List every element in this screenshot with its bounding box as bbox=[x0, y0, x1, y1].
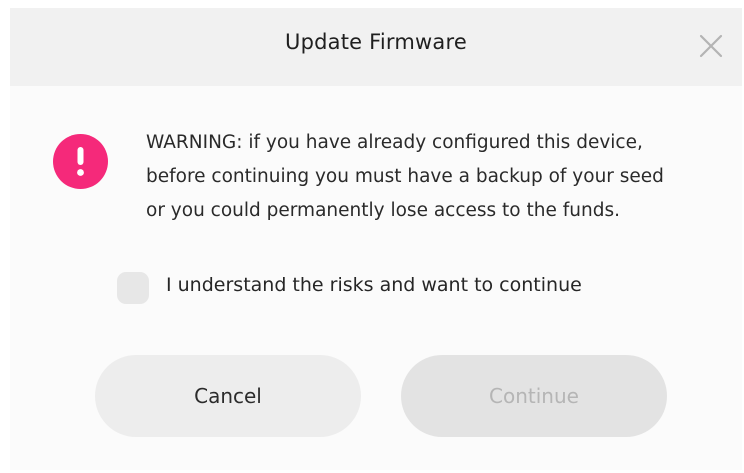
exclamation-icon bbox=[53, 134, 108, 189]
risk-acknowledge-label[interactable]: I understand the risks and want to conti… bbox=[166, 274, 582, 296]
dialog-title: Update Firmware bbox=[285, 30, 467, 54]
close-icon[interactable] bbox=[698, 33, 724, 59]
risk-acknowledge-checkbox[interactable] bbox=[117, 272, 149, 304]
cancel-button[interactable]: Cancel bbox=[95, 355, 361, 437]
update-firmware-dialog: Update Firmware WARNING: if you have alr… bbox=[10, 8, 742, 470]
warning-message: WARNING: if you have already configured … bbox=[146, 126, 726, 228]
warning-line: WARNING: if you have already configured … bbox=[146, 132, 643, 153]
warning-line: or you could permanently lose access to … bbox=[146, 200, 620, 221]
dialog-header: Update Firmware bbox=[10, 8, 742, 86]
continue-button[interactable]: Continue bbox=[401, 355, 667, 437]
warning-line: before continuing you must have a backup… bbox=[146, 166, 664, 187]
